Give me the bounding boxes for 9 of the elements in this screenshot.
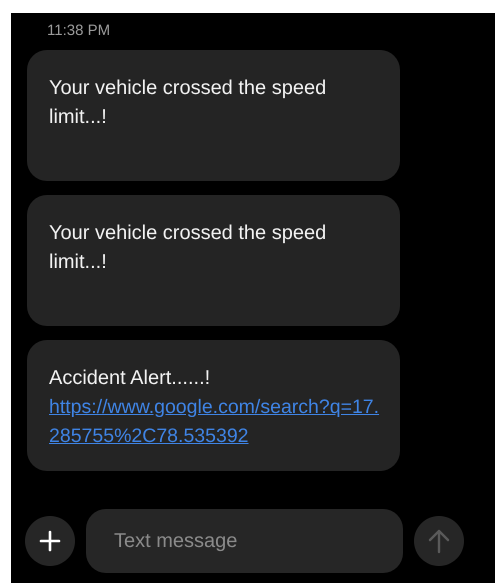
message-link[interactable]: https://www.google.com/search?q=17.285755%2C78.535392 xyxy=(49,393,380,451)
plus-icon xyxy=(39,530,61,552)
message-text: Your vehicle crossed the speed limit...! xyxy=(49,221,328,275)
message-input-field[interactable]: Text message xyxy=(86,509,403,573)
arrow-up-icon xyxy=(428,528,450,554)
message-text: Accident Alert......! xyxy=(49,366,212,391)
message-timestamp: 11:38 PM xyxy=(47,21,110,41)
attach-button[interactable] xyxy=(25,516,75,566)
message-text: Your vehicle crossed the speed limit...! xyxy=(49,76,328,130)
